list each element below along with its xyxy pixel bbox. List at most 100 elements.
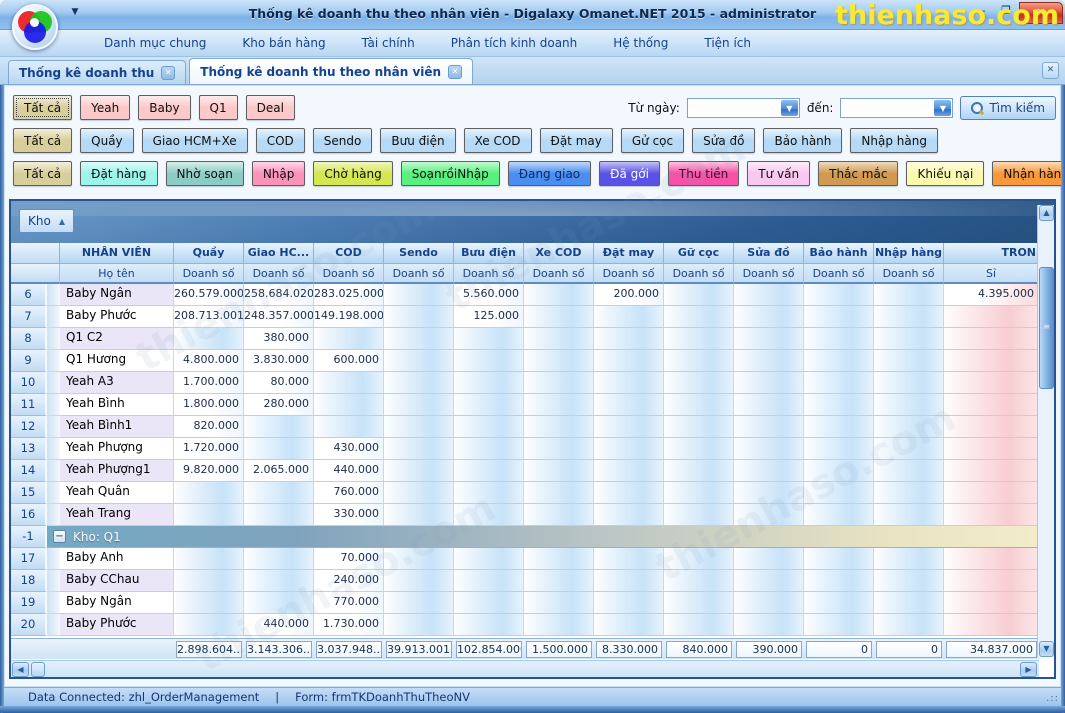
row-number-cell[interactable]: 20 <box>11 614 47 636</box>
value-cell[interactable] <box>804 592 874 614</box>
filter-button[interactable]: Tất cả <box>13 161 72 186</box>
vertical-scrollbar[interactable]: ▲ ≡ ▼ <box>1037 205 1054 657</box>
table-row[interactable]: 14Yeah Phượng19.820.0002.065.000440.000 <box>11 460 1039 482</box>
value-cell[interactable] <box>524 372 594 394</box>
column-subheader[interactable]: Doanh số <box>664 264 734 284</box>
value-cell[interactable] <box>244 592 314 614</box>
table-row[interactable]: 17Baby Anh70.000 <box>11 548 1039 570</box>
value-cell[interactable] <box>804 372 874 394</box>
value-cell[interactable] <box>734 416 804 438</box>
column-header[interactable]: Nhập hàng <box>874 243 944 264</box>
value-cell[interactable]: 200.000 <box>594 284 664 306</box>
value-cell[interactable]: 9.820.000 <box>174 460 244 482</box>
value-cell[interactable] <box>664 548 734 570</box>
filter-button[interactable]: Đặt may <box>540 128 613 153</box>
value-cell[interactable] <box>244 570 314 592</box>
value-cell[interactable]: 380.000 <box>244 328 314 350</box>
value-cell[interactable] <box>454 482 524 504</box>
scroll-left-icon[interactable]: ◀ <box>12 662 29 677</box>
value-cell[interactable] <box>734 548 804 570</box>
value-cell[interactable] <box>874 328 944 350</box>
vertical-scroll-thumb[interactable]: ≡ <box>1039 267 1054 389</box>
column-header[interactable]: TRON <box>944 243 1039 264</box>
value-cell[interactable]: 770.000 <box>314 592 384 614</box>
horizontal-scrollbar[interactable]: ◀ ▶ <box>11 660 1039 677</box>
close-button[interactable]: ✕ <box>1019 2 1063 24</box>
value-cell[interactable] <box>944 438 1039 460</box>
column-header[interactable]: Xe COD <box>524 243 594 264</box>
value-cell[interactable] <box>734 570 804 592</box>
table-row[interactable]: 16Yeah Trang330.000 <box>11 504 1039 526</box>
value-cell[interactable]: 1.730.000 <box>314 614 384 636</box>
filter-button[interactable]: Sendo <box>313 128 373 153</box>
tab-active[interactable]: Thống kê doanh thu theo nhân viên✕ <box>189 58 473 84</box>
value-cell[interactable] <box>804 284 874 306</box>
value-cell[interactable] <box>734 592 804 614</box>
value-cell[interactable] <box>454 614 524 636</box>
value-cell[interactable] <box>174 548 244 570</box>
value-cell[interactable] <box>944 394 1039 416</box>
filter-button[interactable]: COD <box>256 128 305 153</box>
value-cell[interactable]: 820.000 <box>174 416 244 438</box>
group-by-kho-button[interactable]: Kho ▲ <box>19 209 74 233</box>
employee-name-cell[interactable]: Yeah Phượng1 <box>60 460 174 482</box>
value-cell[interactable] <box>944 306 1039 328</box>
chevron-down-icon[interactable]: ▼ <box>781 100 798 116</box>
value-cell[interactable] <box>734 482 804 504</box>
column-header[interactable]: Giao HC... <box>244 243 314 264</box>
app-logo-icon[interactable] <box>12 4 58 50</box>
value-cell[interactable] <box>524 592 594 614</box>
value-cell[interactable] <box>244 416 314 438</box>
value-cell[interactable] <box>174 592 244 614</box>
value-cell[interactable] <box>454 592 524 614</box>
value-cell[interactable] <box>594 592 664 614</box>
scroll-up-icon[interactable]: ▲ <box>1039 205 1054 221</box>
employee-name-cell[interactable]: Yeah Quân <box>60 482 174 504</box>
value-cell[interactable] <box>384 350 454 372</box>
to-date-select[interactable]: ▼ <box>840 98 953 118</box>
tab-close-icon[interactable]: ✕ <box>448 65 462 79</box>
table-row[interactable]: 20Baby Phước440.0001.730.000 <box>11 614 1039 636</box>
value-cell[interactable] <box>734 504 804 526</box>
value-cell[interactable] <box>454 372 524 394</box>
value-cell[interactable] <box>944 460 1039 482</box>
value-cell[interactable] <box>664 350 734 372</box>
group-row-bar[interactable]: −Kho: Q1 <box>47 526 1039 548</box>
value-cell[interactable] <box>524 394 594 416</box>
filter-button[interactable]: Gử cọc <box>621 128 684 153</box>
value-cell[interactable] <box>244 482 314 504</box>
value-cell[interactable] <box>944 614 1039 636</box>
row-number-cell[interactable]: 16 <box>11 504 47 526</box>
value-cell[interactable] <box>804 394 874 416</box>
row-number-cell[interactable]: 14 <box>11 460 47 482</box>
value-cell[interactable]: 248.357.000 <box>244 306 314 328</box>
filter-button[interactable]: Bảo hành <box>763 128 842 153</box>
value-cell[interactable] <box>454 350 524 372</box>
value-cell[interactable]: 149.198.000 <box>314 306 384 328</box>
value-cell[interactable] <box>874 416 944 438</box>
value-cell[interactable] <box>734 460 804 482</box>
value-cell[interactable] <box>384 614 454 636</box>
tab[interactable]: Thống kê doanh thu✕ <box>8 60 186 84</box>
value-cell[interactable] <box>804 504 874 526</box>
value-cell[interactable]: 5.560.000 <box>454 284 524 306</box>
table-row[interactable]: 7Baby Phước208.713.001248.357.000149.198… <box>11 306 1039 328</box>
column-subheader[interactable]: Doanh số <box>244 264 314 284</box>
value-cell[interactable]: 208.713.001 <box>174 306 244 328</box>
value-cell[interactable] <box>454 416 524 438</box>
value-cell[interactable] <box>874 284 944 306</box>
collapse-icon[interactable]: − <box>53 530 66 543</box>
row-number-cell[interactable]: 9 <box>11 350 47 372</box>
table-row[interactable]: 6Baby Ngân260.579.000258.684.020283.025.… <box>11 284 1039 306</box>
value-cell[interactable]: 600.000 <box>314 350 384 372</box>
value-cell[interactable]: 1.720.000 <box>174 438 244 460</box>
filter-button[interactable]: Tất cả <box>13 95 72 120</box>
value-cell[interactable]: 240.000 <box>314 570 384 592</box>
filter-button[interactable]: Tư vấn <box>747 161 810 186</box>
value-cell[interactable] <box>664 460 734 482</box>
value-cell[interactable]: 260.579.000 <box>174 284 244 306</box>
value-cell[interactable] <box>174 614 244 636</box>
value-cell[interactable] <box>594 504 664 526</box>
column-subheader[interactable]: Doanh số <box>874 264 944 284</box>
value-cell[interactable] <box>454 460 524 482</box>
